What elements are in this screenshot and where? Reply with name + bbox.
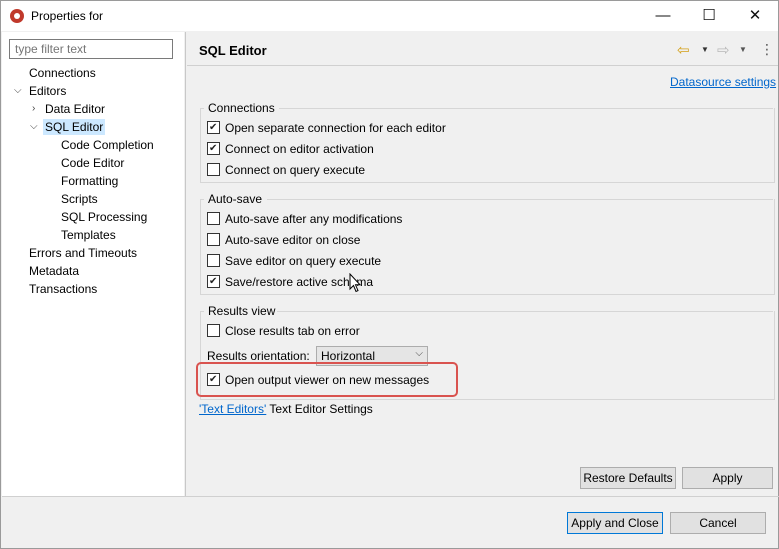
datasource-settings-link[interactable]: Datasource settings [670,75,776,89]
text-editors-row: 'Text Editors' Text Editor Settings [199,402,373,416]
forward-arrow-icon[interactable]: ⇨ [717,41,730,59]
close-results-tab-checkbox[interactable]: Close results tab on error [207,324,360,340]
connections-group-title: Connections [208,101,275,115]
checkbox-unchecked-icon[interactable] [207,254,220,268]
footer-divider [2,496,779,497]
back-arrow-icon[interactable]: ⇦ [677,41,690,59]
view-menu-icon[interactable]: ⋮ [760,41,774,58]
checkbox-unchecked-icon[interactable] [207,324,220,338]
forward-dropdown-icon[interactable]: ▼ [739,45,747,54]
text-editors-suffix: Text Editor Settings [269,402,373,416]
tree-item-transactions[interactable]: Transactions [29,281,97,297]
page-title: SQL Editor [199,43,267,58]
highlight-annotation [196,362,458,397]
apply-and-close-button[interactable]: Apply and Close [567,512,663,534]
connect-on-execute-checkbox[interactable]: Connect on query execute [207,163,365,179]
tree-item-code-editor[interactable]: Code Editor [61,155,124,171]
tree-item-sql-processing[interactable]: SQL Processing [61,209,147,225]
title-bar: Properties for — ☐ ✕ [1,1,778,31]
header-divider [187,65,778,66]
pane-splitter[interactable] [185,32,186,496]
tree-item-scripts[interactable]: Scripts [61,191,98,207]
chevron-down-icon: ⌵ [415,348,423,359]
back-dropdown-icon[interactable]: ▼ [701,45,709,54]
maximize-button[interactable]: ☐ [686,1,732,31]
tree-item-sql-editor[interactable]: SQL Editor [43,119,106,135]
open-separate-connection-checkbox[interactable]: Open separate connection for each editor [207,121,446,137]
results-view-group-title: Results view [208,304,276,318]
autosave-modifications-checkbox[interactable]: Auto-save after any modifications [207,212,402,228]
autosave-on-close-checkbox[interactable]: Auto-save editor on close [207,233,360,249]
tree-item-editors[interactable]: Editors [29,83,66,99]
properties-dialog: Properties for — ☐ ✕ Connections ⌵ Edito… [0,0,779,549]
tree-item-code-completion[interactable]: Code Completion [61,137,154,153]
checkbox-checked-icon[interactable] [207,121,220,135]
tree-item-templates[interactable]: Templates [61,227,116,243]
save-on-query-execute-checkbox[interactable]: Save editor on query execute [207,254,381,270]
tree-item-errors-timeouts[interactable]: Errors and Timeouts [29,245,137,261]
tree-item-data-editor[interactable]: Data Editor [45,101,105,117]
checkbox-checked-icon[interactable] [207,275,220,289]
checkbox-unchecked-icon[interactable] [207,163,220,177]
results-orientation-label: Results orientation: [207,349,310,363]
minimize-button[interactable]: — [640,1,686,31]
restore-defaults-button[interactable]: Restore Defaults [580,467,676,489]
chevron-down-icon[interactable]: ⌵ [14,83,22,99]
close-button[interactable]: ✕ [732,1,778,31]
checkbox-unchecked-icon[interactable] [207,212,220,226]
apply-button[interactable]: Apply [682,467,773,489]
filter-input[interactable] [9,39,173,59]
text-editors-link[interactable]: 'Text Editors' [199,402,266,416]
cancel-button[interactable]: Cancel [670,512,766,534]
chevron-down-icon[interactable]: ⌵ [30,119,38,135]
tree-item-formatting[interactable]: Formatting [61,173,118,189]
connect-on-activation-checkbox[interactable]: Connect on editor activation [207,142,374,158]
dbeaver-app-icon [10,9,24,23]
checkbox-checked-icon[interactable] [207,142,220,156]
chevron-right-icon[interactable]: › [32,101,35,117]
mouse-cursor-icon [349,273,362,293]
autosave-group-title: Auto-save [208,192,263,206]
tree-item-connections[interactable]: Connections [29,65,96,81]
window-title: Properties for [31,9,104,23]
checkbox-unchecked-icon[interactable] [207,233,220,247]
tree-item-metadata[interactable]: Metadata [29,263,79,279]
